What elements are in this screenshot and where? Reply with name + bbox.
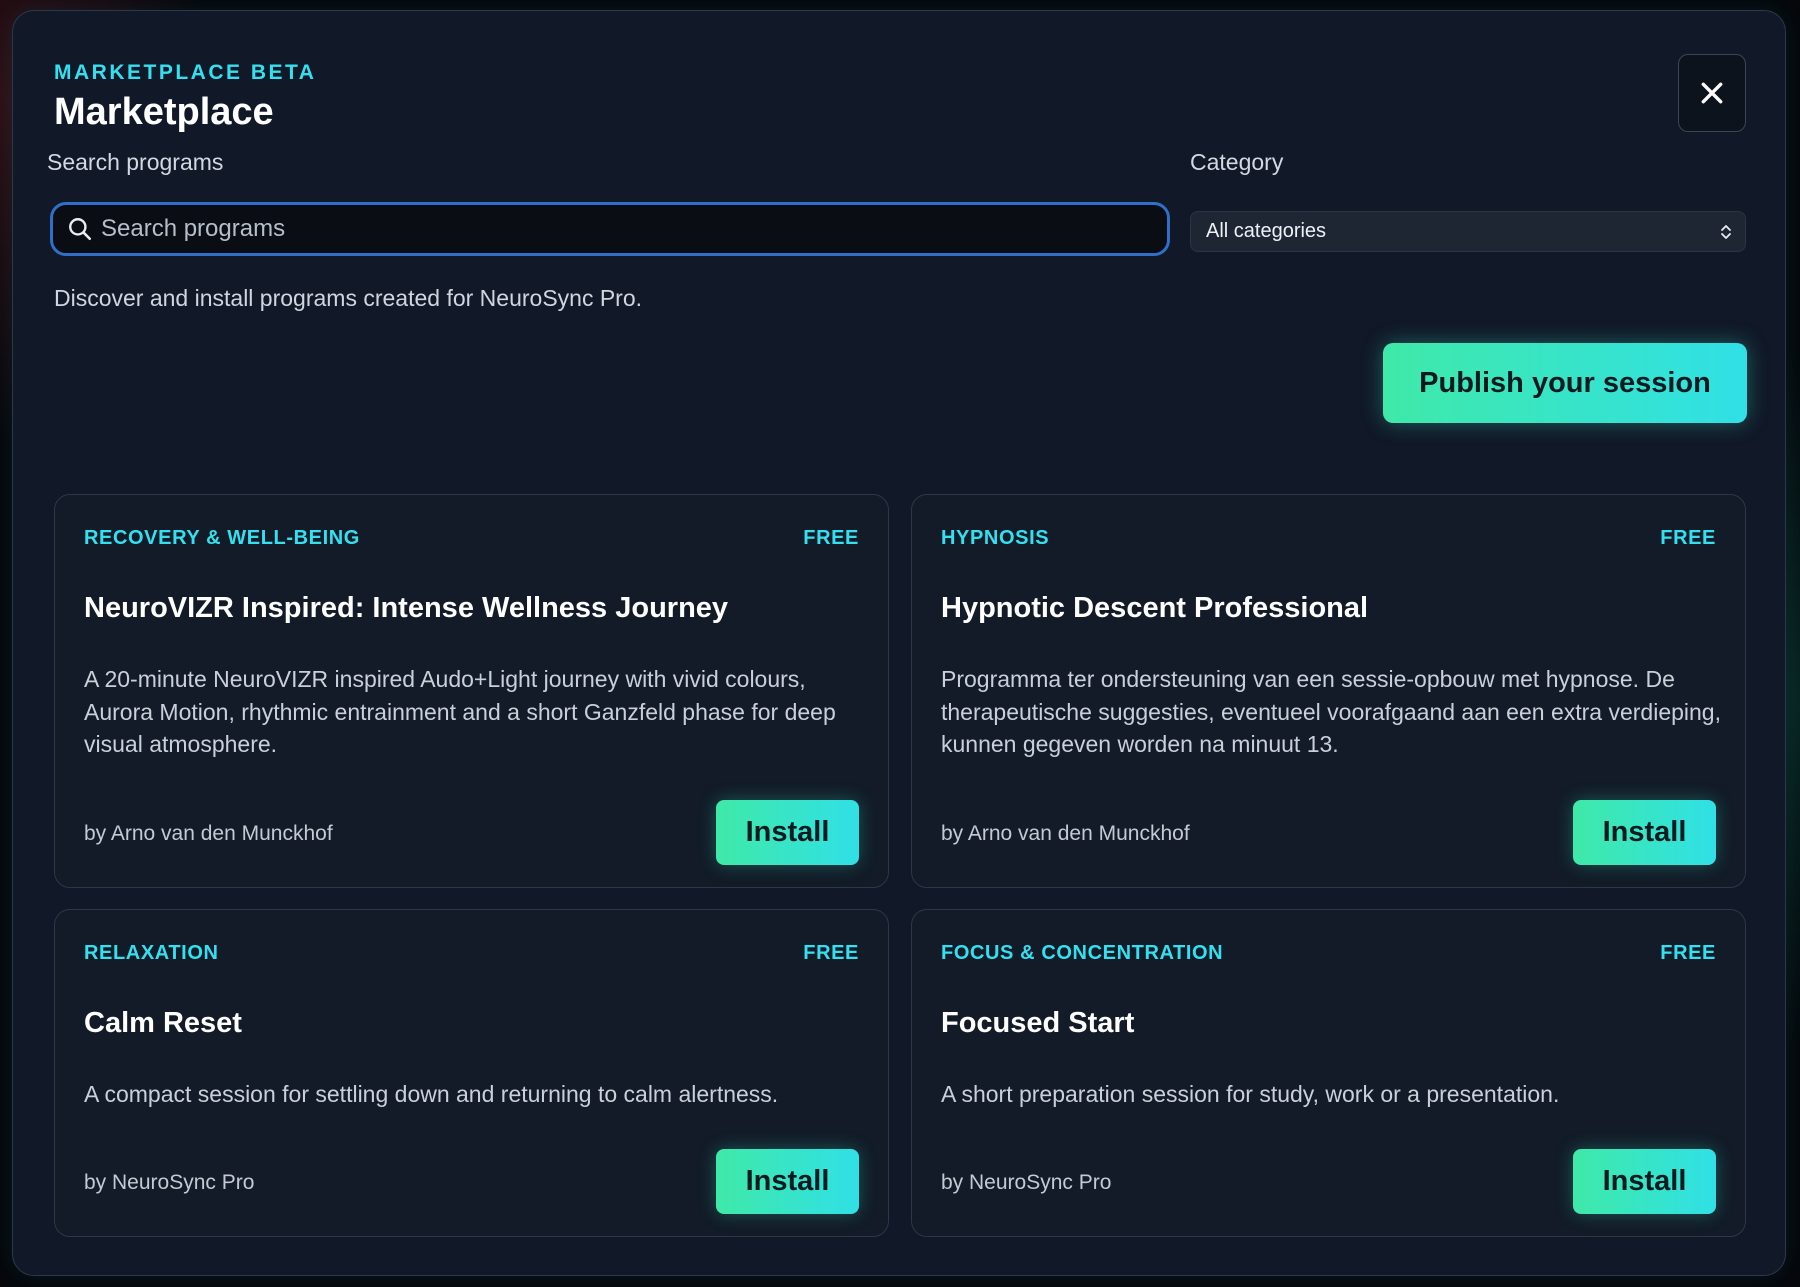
card-category: RECOVERY & WELL-BEING bbox=[84, 527, 360, 549]
category-selected-value: All categories bbox=[1206, 220, 1327, 242]
chevron-up-down-icon bbox=[1721, 224, 1731, 239]
marketplace-modal: MARKETPLACE BETA Marketplace Search prog… bbox=[12, 10, 1786, 1276]
card-title: Hypnotic Descent Professional bbox=[941, 592, 1369, 624]
card-category: HYPNOSIS bbox=[941, 527, 1050, 549]
search-icon bbox=[69, 218, 92, 241]
card-category: RELAXATION bbox=[84, 942, 219, 964]
program-card: FOCUS & CONCENTRATION FREE Focused Start… bbox=[911, 909, 1746, 1237]
card-category: FOCUS & CONCENTRATION bbox=[941, 942, 1224, 964]
card-description: A short preparation session for study, w… bbox=[941, 1081, 1560, 1107]
card-description: A compact session for settling down and … bbox=[84, 1081, 779, 1107]
program-card: RECOVERY & WELL-BEING FREE NeuroVIZR Ins… bbox=[54, 494, 889, 888]
program-card: HYPNOSIS FREE Hypnotic Descent Professio… bbox=[911, 494, 1746, 888]
install-button[interactable]: Install bbox=[1573, 1149, 1716, 1214]
install-button[interactable]: Install bbox=[1573, 800, 1716, 865]
search-label: Search programs bbox=[47, 149, 224, 175]
modal-title: Marketplace bbox=[54, 91, 274, 133]
card-title: Focused Start bbox=[941, 1007, 1135, 1039]
card-description: Programma ter ondersteuning van een sess… bbox=[941, 666, 1721, 757]
install-button[interactable]: Install bbox=[716, 1149, 859, 1214]
card-title: Calm Reset bbox=[84, 1007, 242, 1039]
install-button[interactable]: Install bbox=[716, 800, 859, 865]
card-author: by NeuroSync Pro bbox=[84, 1171, 255, 1194]
publish-session-button[interactable]: Publish your session bbox=[1383, 343, 1747, 423]
card-price: FREE bbox=[1660, 527, 1716, 549]
search-field[interactable] bbox=[50, 202, 1170, 256]
category-select[interactable]: All categories bbox=[1190, 211, 1746, 252]
search-input[interactable] bbox=[101, 215, 1141, 243]
card-author: by Arno van den Munckhof bbox=[84, 822, 333, 845]
marketplace-description: Discover and install programs created fo… bbox=[54, 285, 643, 311]
card-price: FREE bbox=[803, 527, 859, 549]
close-icon bbox=[1701, 82, 1723, 104]
program-card: RELAXATION FREE Calm Reset A compact ses… bbox=[54, 909, 889, 1237]
card-price: FREE bbox=[803, 942, 859, 964]
modal-eyebrow: MARKETPLACE BETA bbox=[54, 61, 317, 84]
card-author: by NeuroSync Pro bbox=[941, 1171, 1112, 1194]
category-label: Category bbox=[1190, 149, 1284, 175]
close-button[interactable] bbox=[1678, 54, 1746, 132]
card-description: A 20-minute NeuroVIZR inspired Audo+Ligh… bbox=[84, 666, 836, 757]
card-price: FREE bbox=[1660, 942, 1716, 964]
card-title: NeuroVIZR Inspired: Intense Wellness Jou… bbox=[84, 592, 729, 624]
card-author: by Arno van den Munckhof bbox=[941, 822, 1190, 845]
